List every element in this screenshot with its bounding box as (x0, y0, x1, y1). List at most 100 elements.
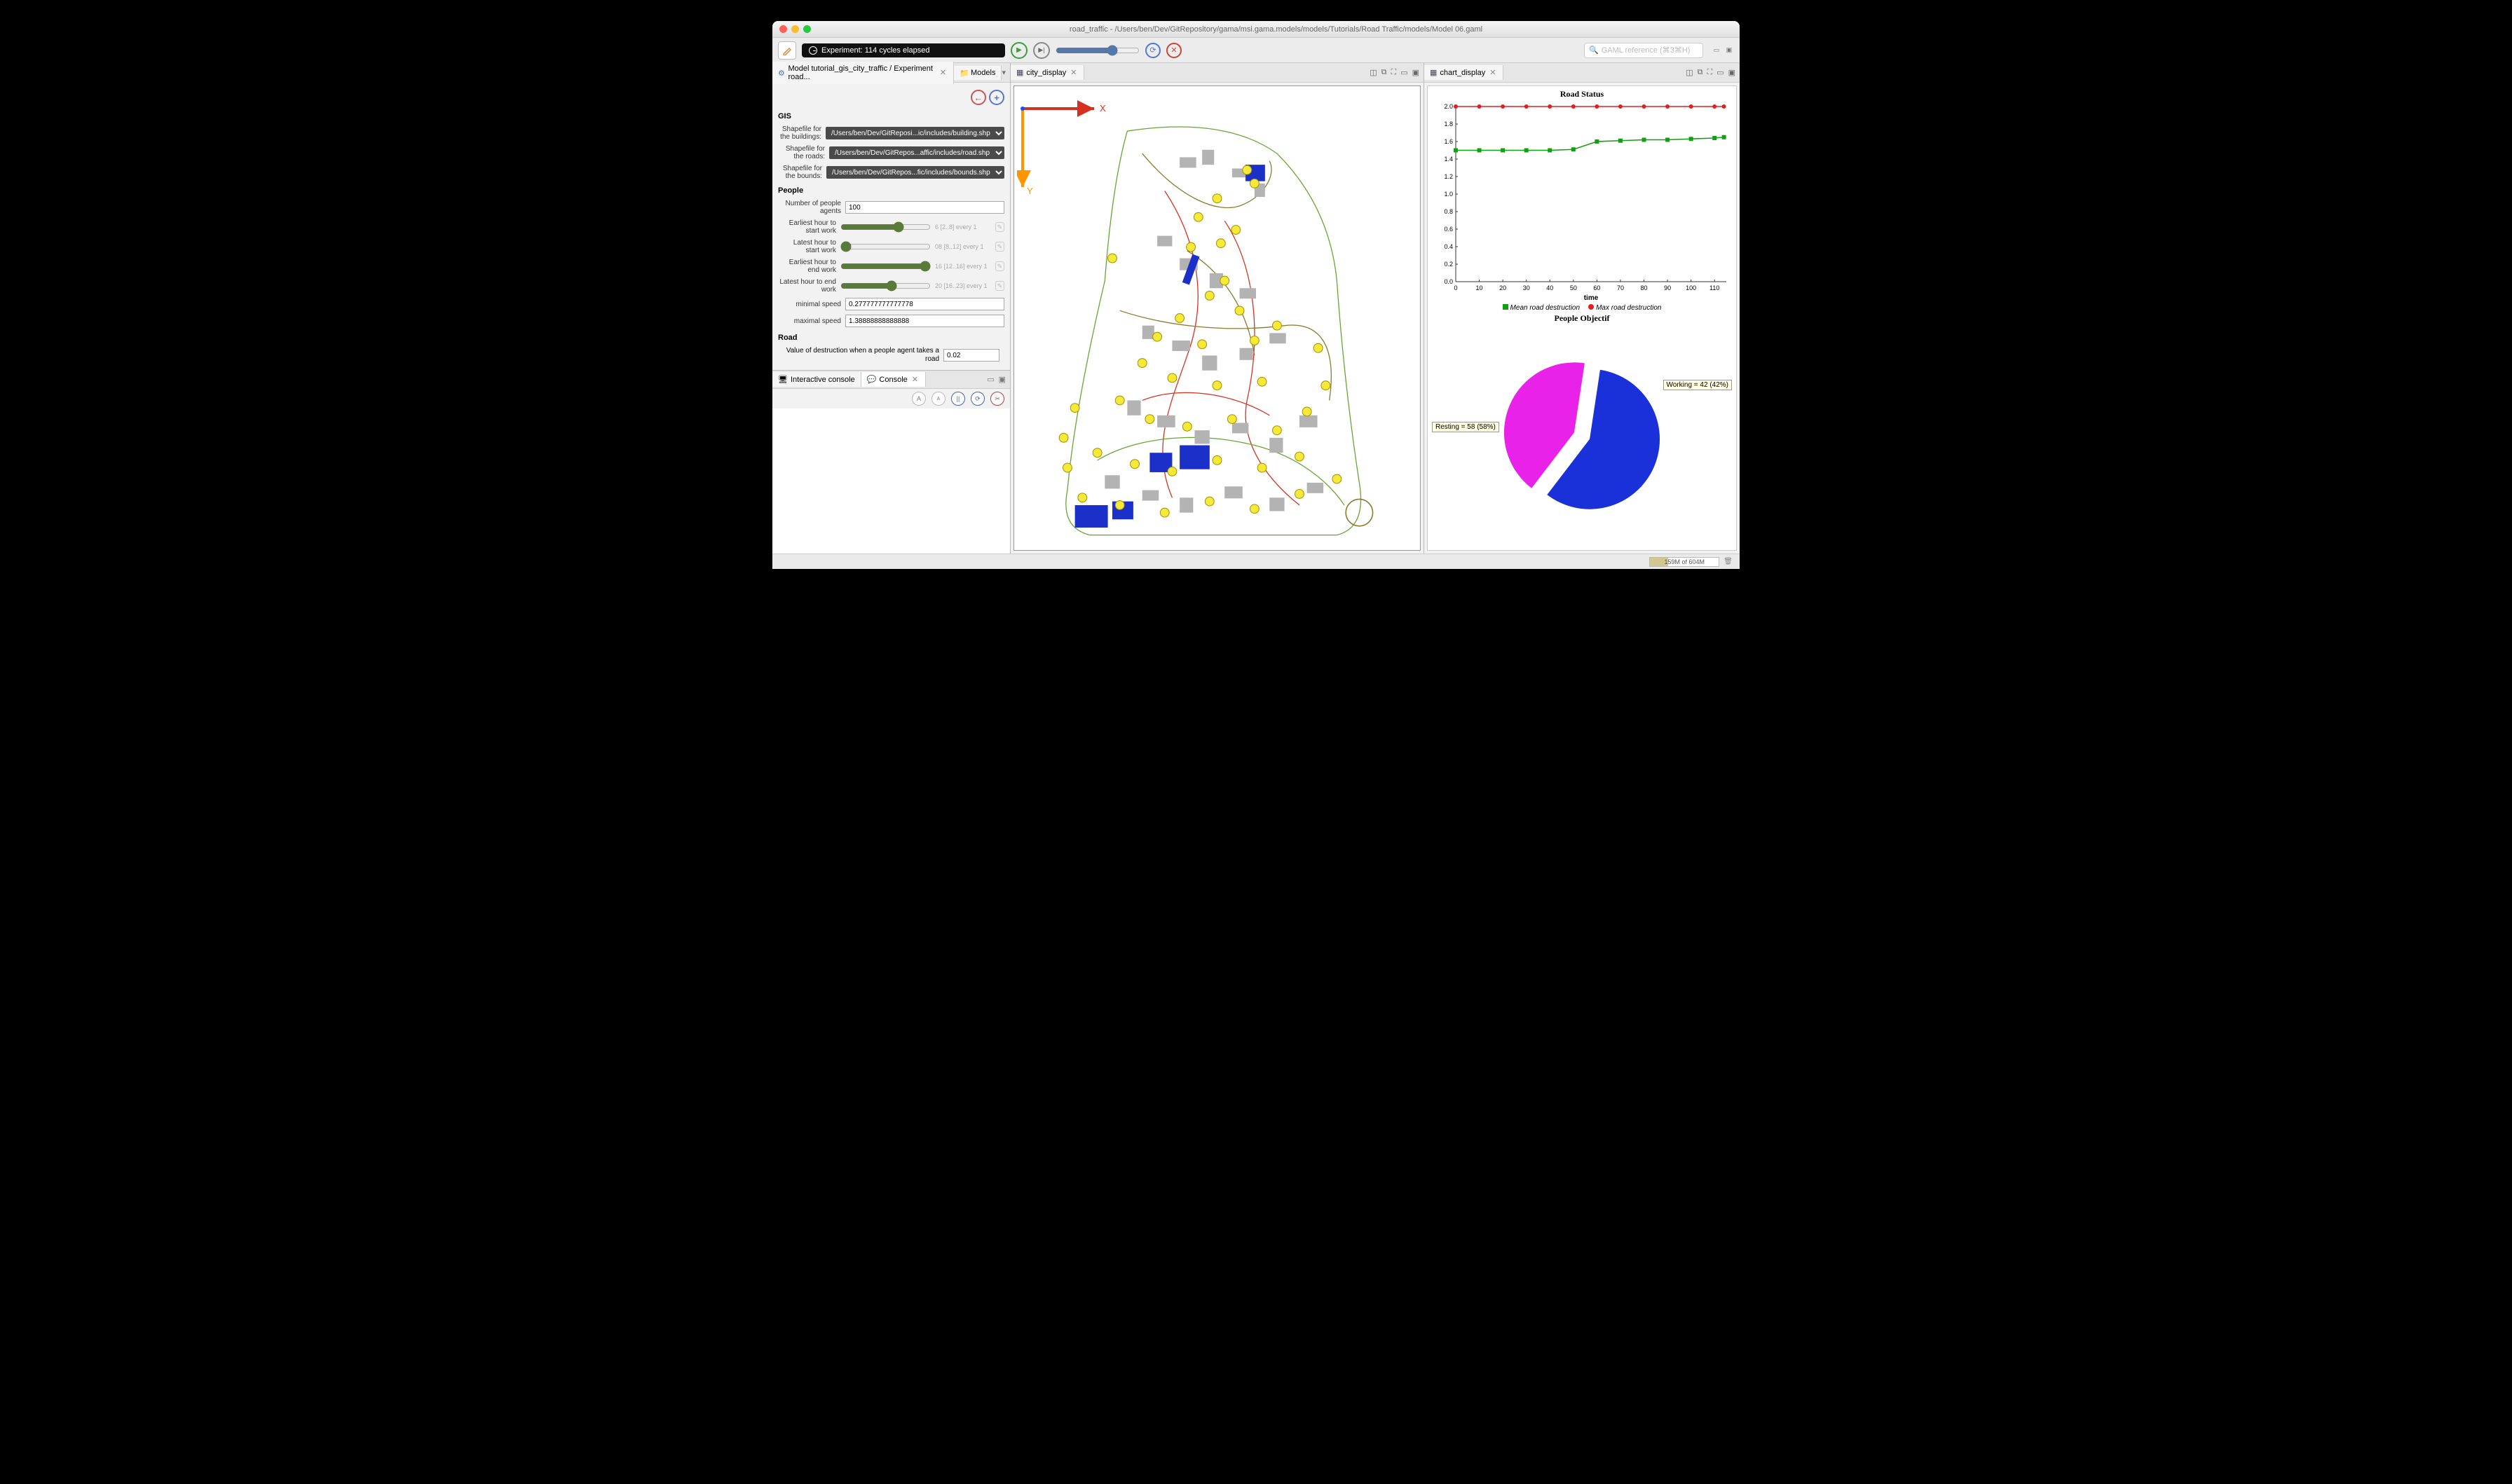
city-display-label: city_display (1026, 69, 1066, 77)
tab-console[interactable]: 💬 Console ✕ (861, 372, 926, 387)
latest-start-label: Latest hour to start work (778, 239, 836, 254)
right-panel: ▦ chart_display ✕ ◫ ⧉ ⛶ ▭ ▣ Road Status … (1424, 63, 1740, 554)
latest-end-slider[interactable] (840, 280, 931, 291)
revert-params-button[interactable]: ← (971, 90, 986, 105)
latest-start-hint: 08 [8..12] every 1 (935, 243, 991, 250)
close-icon[interactable]: ✕ (1069, 68, 1078, 77)
edit-icon[interactable]: ✎ (995, 261, 1004, 271)
window-close-button[interactable] (779, 25, 787, 33)
svg-text:20: 20 (1499, 284, 1506, 291)
maximize-icon[interactable]: ▣ (999, 375, 1006, 384)
reload-button[interactable]: ⟳ (1145, 43, 1161, 58)
console-tabbar: 🖥 Interactive console 💬 Console ✕ ▭ ▣ (772, 371, 1010, 389)
play-button[interactable]: ▶ (1011, 42, 1028, 59)
legend-mean-label: Mean road destruction (1510, 304, 1581, 312)
titlebar: road_traffic - /Users/ben/Dev/GitReposit… (772, 21, 1740, 38)
pause-console-button[interactable]: || (951, 392, 965, 406)
latest-start-slider[interactable] (840, 241, 931, 252)
maximize-icon[interactable]: ▣ (1412, 68, 1419, 77)
display-toolbar: ◫ ⧉ ⛶ ▭ ▣ (1370, 68, 1424, 77)
font-decrease-button[interactable]: A (931, 392, 946, 406)
earliest-start-hint: 6 [2..8] every 1 (935, 224, 991, 231)
tab-model-experiment[interactable]: ⚙ Model tutorial_gis_city_traffic / Expe… (772, 62, 954, 84)
latest-end-hint: 20 [16..23] every 1 (935, 282, 991, 289)
svg-text:1.8: 1.8 (1444, 121, 1453, 128)
tab-models-label: Models (971, 69, 995, 77)
bounds-shapefile-select[interactable]: /Users/ben/Dev/GitRepos...fic/includes/b… (826, 166, 1004, 179)
maximize-panel-icon[interactable]: ▣ (1724, 46, 1734, 55)
step-button[interactable]: ▶| (1033, 42, 1050, 59)
maximize-icon[interactable]: ▣ (1728, 68, 1735, 77)
edit-icon[interactable]: ✎ (995, 242, 1004, 252)
add-param-button[interactable]: + (989, 90, 1004, 105)
n-agents-input[interactable] (845, 201, 1004, 214)
search-input[interactable]: 🔍 GAML reference (⌘3⌘H) (1584, 43, 1703, 58)
memory-bar[interactable]: 159M of 604M (1649, 557, 1719, 567)
svg-text:40: 40 (1546, 284, 1553, 291)
buildings-shapefile-select[interactable]: /Users/ben/Dev/GitReposi...ic/includes/b… (826, 127, 1004, 139)
city-map-canvas[interactable]: X Y (1013, 85, 1421, 551)
zoom-icon[interactable]: ⛶ (1707, 68, 1712, 77)
earliest-end-slider[interactable] (840, 261, 931, 272)
console-label: Console (879, 376, 907, 384)
chart-display-tabbar: ▦ chart_display ✕ ◫ ⧉ ⛶ ▭ ▣ (1424, 63, 1740, 83)
tab-models[interactable]: 📁 Models (954, 66, 1002, 80)
stop-button[interactable]: ✕ (1166, 43, 1182, 58)
refresh-console-button[interactable]: ⟳ (971, 392, 985, 406)
svg-text:90: 90 (1664, 284, 1671, 291)
edit-model-button[interactable] (778, 41, 796, 60)
max-speed-label: maximal speed (778, 317, 841, 325)
overlay-icon[interactable]: ◫ (1370, 68, 1377, 77)
close-icon[interactable]: ✕ (910, 375, 920, 384)
snapshot-icon[interactable]: ⧉ (1381, 68, 1387, 77)
earliest-end-hint: 16 [12..16] every 1 (935, 263, 991, 270)
folder-icon: 📁 (960, 69, 968, 77)
tab-model-label: Model tutorial_gis_city_traffic / Experi… (788, 64, 935, 81)
app-window: road_traffic - /Users/ben/Dev/GitReposit… (772, 21, 1740, 569)
city-display-tabbar: ▦ city_display ✕ ◫ ⧉ ⛶ ▭ ▣ (1011, 63, 1424, 83)
experiment-status: Experiment: 114 cycles elapsed (802, 43, 1005, 57)
gis-section-title: GIS (778, 108, 1004, 123)
speed-slider[interactable] (1056, 45, 1140, 56)
road-status-line-chart: 0.00.20.40.60.81.01.21.41.61.82.00102030… (1432, 99, 1733, 303)
center-panel: ▦ city_display ✕ ◫ ⧉ ⛶ ▭ ▣ (1011, 63, 1424, 554)
interactive-console-label: Interactive console (791, 376, 855, 384)
window-maximize-button[interactable] (803, 25, 811, 33)
svg-text:0.6: 0.6 (1444, 226, 1453, 233)
clear-console-button[interactable]: ✂ (990, 392, 1004, 406)
edit-icon[interactable]: ✎ (995, 222, 1004, 232)
minimize-icon[interactable]: ▭ (1400, 68, 1407, 77)
minimize-icon[interactable]: ▭ (1716, 68, 1723, 77)
tab-city-display[interactable]: ▦ city_display ✕ (1011, 65, 1084, 80)
pie-working-label: Working = 42 (42%) (1663, 380, 1732, 390)
overlay-icon[interactable]: ◫ (1686, 68, 1693, 77)
chart-canvas: Road Status 0.00.20.40.60.81.01.21.41.61… (1427, 85, 1737, 551)
tab-chart-display[interactable]: ▦ chart_display ✕ (1424, 65, 1503, 80)
tab-interactive-console[interactable]: 🖥 Interactive console (772, 372, 861, 387)
close-icon[interactable]: ✕ (938, 68, 948, 77)
snapshot-icon[interactable]: ⧉ (1698, 68, 1703, 77)
window-minimize-button[interactable] (791, 25, 799, 33)
latest-end-label: Latest hour to end work (778, 278, 836, 294)
chart-display-label: chart_display (1440, 69, 1485, 77)
min-speed-input[interactable] (845, 298, 1004, 310)
roads-shapefile-select[interactable]: /Users/ben/Dev/GitRepos...affic/includes… (829, 146, 1004, 159)
minimize-panel-icon[interactable]: ▭ (1712, 46, 1721, 55)
people-pie-chart (1491, 345, 1673, 527)
zoom-icon[interactable]: ⛶ (1391, 68, 1396, 77)
gc-trash-icon[interactable]: 🗑 (1723, 558, 1733, 565)
destruction-label: Value of destruction when a people agent… (778, 347, 939, 364)
bounds-shapefile-label: Shapefile for the bounds: (778, 165, 822, 180)
display-icon: ▦ (1430, 68, 1437, 77)
destruction-input[interactable] (943, 349, 999, 362)
search-placeholder: GAML reference (⌘3⌘H) (1602, 46, 1691, 55)
console-icon: 💬 (867, 375, 877, 384)
earliest-start-slider[interactable] (840, 221, 931, 233)
minimize-icon[interactable]: ▭ (987, 375, 994, 384)
edit-icon[interactable]: ✎ (995, 281, 1004, 291)
svg-text:50: 50 (1570, 284, 1577, 291)
font-increase-button[interactable]: A (912, 392, 926, 406)
close-icon[interactable]: ✕ (1488, 68, 1497, 77)
max-speed-input[interactable] (845, 315, 1004, 327)
panel-menu-icon[interactable]: ▾ (1002, 68, 1010, 77)
